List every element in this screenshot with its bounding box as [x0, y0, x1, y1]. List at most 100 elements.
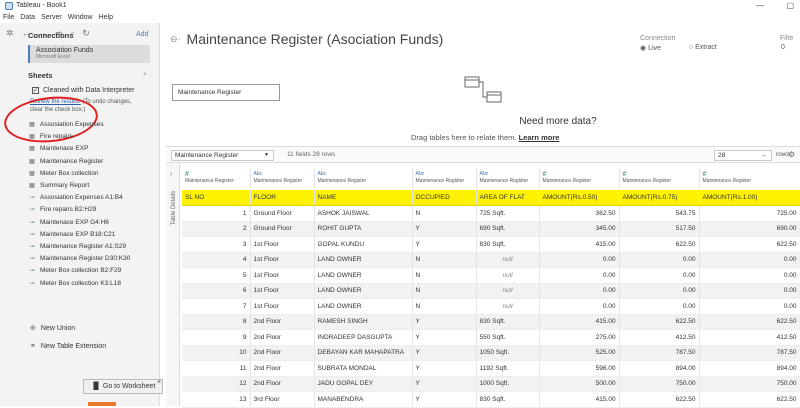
gear-icon[interactable]: ⚙ [788, 150, 795, 159]
connections-heading: Connections [28, 31, 74, 40]
table-row: 13 3rd Floor MANABENDRA Y 830 Sqft. 415.00 622… [182, 391, 800, 408]
column-header[interactable]: # Maintenance Register [182, 168, 251, 190]
restore-icon[interactable]: ▢ [786, 1, 794, 10]
go-to-worksheet-button[interactable]: ▐▌ Go to Worksheet × [83, 379, 163, 394]
datasource-title[interactable]: Maintenance Register (Asociation Funds) [187, 31, 444, 47]
menu-file[interactable]: File [3, 12, 14, 23]
table-cell: N [412, 267, 477, 284]
new-union-item[interactable]: ⊕ New Union [30, 324, 75, 333]
datasource-icon: ⊖· [170, 33, 181, 44]
refresh-icon[interactable]: ↻ [82, 28, 90, 39]
arrow-right-icon[interactable]: → [761, 151, 768, 160]
sheet-list-item-label: Assosiation Expenses A1:B4 [40, 194, 123, 202]
field-name-cell[interactable]: AREA OF FLAT [476, 190, 540, 206]
table-cell: 622.50 [619, 314, 700, 330]
live-radio[interactable]: ◉ Live [640, 44, 675, 52]
column-header[interactable]: # Maintenance Register [699, 168, 800, 190]
string-type-icon[interactable]: Abc [416, 171, 473, 178]
field-name-cell[interactable]: SL NO [182, 190, 251, 206]
menu-data[interactable]: Data [20, 12, 35, 23]
sheet-list-item[interactable]: ⊸ Meter Box collection K3:L18 [28, 277, 158, 289]
table-row: 6 1st Floor LAND OWNER Nnull 0.00 0.00 0.00 [182, 283, 800, 299]
sheet-list-item[interactable]: ▦ Maintenace EXP [28, 143, 158, 155]
field-name-cell[interactable]: AMOUNT(Rs.0.50) [539, 190, 620, 206]
sheet-list-item[interactable]: ⊸ Maintenace EXP G4:H6 [28, 217, 158, 229]
sheet-list-item[interactable]: ▦ Meter Box collection [28, 168, 158, 180]
extract-radio[interactable]: ○ Extract [689, 44, 731, 52]
connection-type: Microsoft Excel [36, 54, 70, 60]
sheet-list-item-label: Summary Report [40, 182, 90, 190]
number-type-icon[interactable]: # [185, 171, 247, 178]
number-type-icon[interactable]: # [623, 171, 696, 178]
search-icon[interactable]: ⌕ [143, 71, 147, 79]
rows-input[interactable]: 28 → [714, 150, 772, 161]
connection-item[interactable]: Association Funds Microsoft Excel [28, 45, 150, 63]
column-source-label: Maintenance Register [479, 178, 529, 184]
sheet-list-item[interactable]: ⊸ Fire repairs B2:H29 [28, 204, 158, 216]
sheet-list-item[interactable]: ⊸ Maintenance Register A1:S29 [28, 241, 158, 253]
field-name-cell[interactable]: OCCUPIED [412, 190, 477, 206]
data-interpreter-checkbox[interactable]: ✓ Cleaned with Data Interpreter [32, 87, 134, 94]
string-type-icon[interactable]: Abc [318, 171, 409, 178]
table-cell: 0.00 [699, 283, 800, 299]
filters-count[interactable]: 0 [781, 44, 785, 51]
sheet-list-item-label: Maintenace EXP [40, 145, 89, 153]
sheet-list-item[interactable]: ⊸ Maintenace EXP B18:C21 [28, 229, 158, 241]
tableau-app-icon [5, 2, 13, 10]
rows-value: 28 [718, 152, 726, 159]
sheet-grid-icon: ▦ [29, 170, 35, 177]
table-cell: 2nd Floor [250, 345, 315, 361]
sheet-list-item[interactable]: ▦ Maintenance Register [28, 156, 158, 168]
sheet-list-item[interactable]: ▦ Summary Report [28, 180, 158, 192]
sheet-list-item[interactable]: ▦ Fire repairs [28, 131, 158, 143]
number-type-icon[interactable]: # [703, 171, 797, 178]
table-details-panel[interactable]: › Table Details [166, 163, 180, 406]
sheet-tab-accent[interactable] [88, 402, 116, 406]
column-header[interactable]: Abc Maintenance Register [412, 168, 477, 190]
column-source-label: Maintenance Register [415, 178, 465, 184]
sheet-list-item[interactable]: ⊸ Maintenance Register D30:K30 [28, 253, 158, 265]
sheet-list-item-label: Maintenace EXP B18:C21 [40, 230, 116, 238]
sheet-list-item-label: Meter Box collection [40, 169, 99, 177]
add-connection-link[interactable]: Add [136, 31, 148, 38]
table-cell: 0.00 [619, 252, 700, 268]
menu-help[interactable]: Help [99, 12, 113, 23]
field-name-cell[interactable]: NAME [314, 190, 413, 206]
string-type-icon[interactable]: Abc [480, 171, 536, 178]
table-cell: ROHIT GUPTA [314, 221, 413, 237]
number-type-icon[interactable]: # [543, 171, 616, 178]
column-header[interactable]: # Maintenance Register [539, 168, 620, 190]
table-cell: 8 [182, 314, 251, 330]
column-header[interactable]: Abc Maintenance Register [476, 168, 540, 190]
canvas-table[interactable]: Maintenance Register [172, 84, 280, 101]
table-cell: 543.75 [619, 205, 700, 222]
sheet-list-item[interactable]: ⊸ Assosiation Expenses A1:B4 [28, 192, 158, 204]
table-cell: 1 [182, 205, 251, 222]
column-header[interactable]: # Maintenance Register [619, 168, 700, 190]
tableau-logo-icon[interactable]: ✲ [6, 28, 14, 39]
menu-window[interactable]: Window [68, 12, 93, 23]
table-row: 5 1st Floor LAND OWNER Nnull 0.00 0.00 0.00 [182, 267, 800, 284]
column-source-label: Maintenance Register [702, 178, 752, 184]
checkbox-checked-icon[interactable]: ✓ [32, 87, 39, 94]
menu-server[interactable]: Server [41, 12, 62, 23]
column-header[interactable]: Abc Maintenance Register [314, 168, 413, 190]
close-icon[interactable]: × [157, 376, 161, 389]
sheet-list-item-label: Meter Box collection B2:F29 [40, 267, 122, 275]
minimize-icon[interactable]: — [756, 1, 764, 10]
table-cell: 275.00 [539, 329, 620, 346]
field-name-cell[interactable]: FLOOR [250, 190, 315, 206]
sheet-list: ▦ Assosiation Expenses ▦ Fire repairs ▦ Maint… [28, 119, 158, 290]
named-range-icon: ⊸ [29, 207, 35, 214]
chevron-right-icon[interactable]: › [170, 171, 172, 178]
column-header[interactable]: Abc Maintenance Register [250, 168, 315, 190]
filters-label: Filte [780, 35, 794, 42]
string-type-icon[interactable]: Abc [254, 171, 311, 178]
sheet-list-item[interactable]: ⊸ Meter Box collection B2:F29 [28, 265, 158, 277]
named-range-icon: ⊸ [29, 256, 35, 263]
field-name-cell[interactable]: AMOUNT(Rs.0.75) [619, 190, 700, 206]
field-name-cell[interactable]: AMOUNT(Rs.1.00) [699, 190, 800, 206]
learn-more-link[interactable]: Learn more [519, 133, 560, 142]
new-table-extension-item[interactable]: ⚭ New Table Extension [30, 342, 106, 351]
table-select[interactable]: Maintenance Register ▼ [171, 150, 274, 161]
